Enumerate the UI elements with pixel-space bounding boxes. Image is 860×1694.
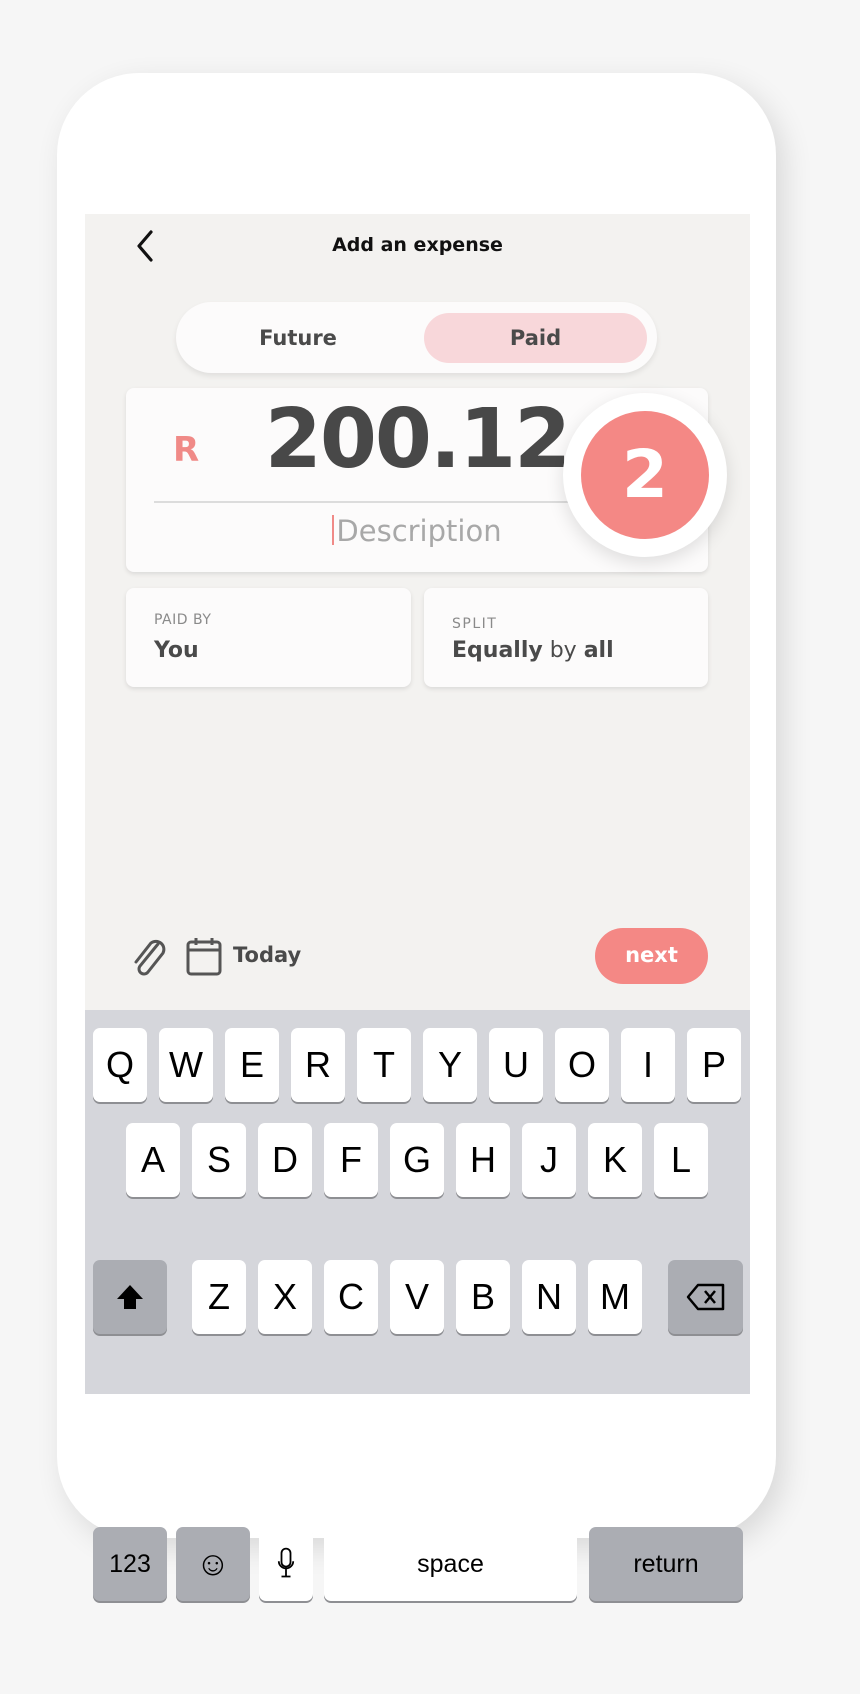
key-w[interactable]: W bbox=[159, 1028, 213, 1102]
backspace-icon bbox=[686, 1283, 724, 1311]
date-label[interactable]: Today bbox=[233, 943, 301, 967]
tab-future[interactable]: Future bbox=[188, 313, 408, 363]
key-p[interactable]: P bbox=[687, 1028, 741, 1102]
key-x[interactable]: X bbox=[258, 1260, 312, 1334]
split-by: by bbox=[542, 638, 584, 663]
tab-paid[interactable]: Paid bbox=[424, 313, 647, 363]
key-a[interactable]: A bbox=[126, 1123, 180, 1197]
page-title: Add an expense bbox=[332, 234, 503, 256]
split-label: SPLIT bbox=[452, 616, 498, 632]
paid-by-label: PAID BY bbox=[154, 612, 212, 628]
emoji-icon: ☺ bbox=[195, 1545, 231, 1583]
key-s[interactable]: S bbox=[192, 1123, 246, 1197]
key-c[interactable]: C bbox=[324, 1260, 378, 1334]
key-v[interactable]: V bbox=[390, 1260, 444, 1334]
key-g[interactable]: G bbox=[390, 1123, 444, 1197]
future-paid-toggle: Future Paid bbox=[176, 302, 657, 373]
shift-key[interactable] bbox=[93, 1260, 167, 1334]
paperclip-icon[interactable] bbox=[130, 936, 168, 976]
key-h[interactable]: H bbox=[456, 1123, 510, 1197]
return-key[interactable]: return bbox=[589, 1527, 743, 1601]
key-d[interactable]: D bbox=[258, 1123, 312, 1197]
key-n[interactable]: N bbox=[522, 1260, 576, 1334]
key-o[interactable]: O bbox=[555, 1028, 609, 1102]
next-button[interactable]: next bbox=[595, 928, 708, 984]
microphone-key[interactable] bbox=[259, 1527, 313, 1601]
emoji-key[interactable]: ☺ bbox=[176, 1527, 250, 1601]
text-caret bbox=[332, 515, 335, 545]
key-k[interactable]: K bbox=[588, 1123, 642, 1197]
delete-key[interactable] bbox=[668, 1260, 743, 1334]
key-l[interactable]: L bbox=[654, 1123, 708, 1197]
numbers-key[interactable]: 123 bbox=[93, 1527, 167, 1601]
paid-by-value: You bbox=[154, 638, 199, 663]
key-t[interactable]: T bbox=[357, 1028, 411, 1102]
step-number: 2 bbox=[581, 411, 709, 539]
key-e[interactable]: E bbox=[225, 1028, 279, 1102]
space-key[interactable]: space bbox=[324, 1527, 577, 1601]
split-button[interactable]: SPLIT Equally by all bbox=[424, 588, 708, 687]
divider bbox=[154, 501, 574, 503]
paid-by-button[interactable]: PAID BY You bbox=[126, 588, 411, 687]
calendar-icon[interactable] bbox=[185, 936, 223, 976]
bottom-toolbar: Today next bbox=[85, 914, 750, 1004]
key-z[interactable]: Z bbox=[192, 1260, 246, 1334]
microphone-icon bbox=[277, 1547, 295, 1578]
split-target: all bbox=[583, 638, 614, 663]
key-j[interactable]: J bbox=[522, 1123, 576, 1197]
split-method: Equally bbox=[452, 638, 543, 663]
key-i[interactable]: I bbox=[621, 1028, 675, 1102]
step-badge: 2 bbox=[563, 393, 727, 557]
app-screen: Add an expense Future Paid R 200.12 Desc… bbox=[85, 214, 750, 1601]
split-value: Equally by all bbox=[452, 638, 614, 663]
description-placeholder: Description bbox=[336, 514, 502, 548]
key-y[interactable]: Y bbox=[423, 1028, 477, 1102]
key-f[interactable]: F bbox=[324, 1123, 378, 1197]
shift-arrow-icon bbox=[117, 1285, 143, 1309]
key-b[interactable]: B bbox=[456, 1260, 510, 1334]
keyboard: 123 ☺ space return QWERTYUOIP ASDFGHJKL ZX… bbox=[85, 1010, 750, 1601]
key-q[interactable]: Q bbox=[93, 1028, 147, 1102]
key-r[interactable]: R bbox=[291, 1028, 345, 1102]
key-u[interactable]: U bbox=[489, 1028, 543, 1102]
key-m[interactable]: M bbox=[588, 1260, 642, 1334]
